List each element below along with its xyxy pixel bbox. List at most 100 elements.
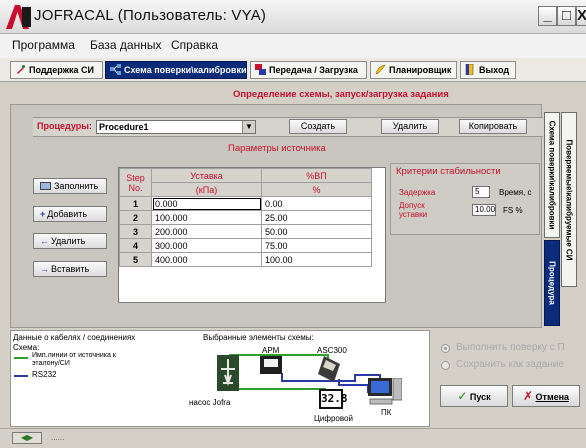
legend-line-1b: эталону/СИ: [32, 360, 70, 367]
table-row: 5 400.000 100.00: [119, 252, 372, 267]
cancel-button-label: Отмена: [535, 392, 570, 402]
row-number: 2: [119, 210, 152, 225]
tab-label: Выход: [479, 65, 510, 75]
add-icon: +: [40, 209, 46, 219]
percent-cell[interactable]: 0.00: [261, 196, 372, 211]
status-text: ......: [51, 433, 65, 442]
percent-cell[interactable]: 75.00: [261, 238, 372, 253]
maximize-button[interactable]: □: [557, 6, 576, 26]
table-row: 1 0.000 0.00: [119, 196, 372, 211]
menu-database[interactable]: База данных: [90, 38, 161, 52]
legend-line-2: RS232: [32, 370, 57, 379]
pc-icon: [368, 378, 402, 405]
jofra-logo-icon: [6, 5, 31, 29]
row-number: 3: [119, 224, 152, 239]
tab-verification-scheme[interactable]: Схема поверки\калибровки: [105, 61, 247, 79]
tolerance-label-2: уставки: [399, 210, 428, 219]
setpoint-cell[interactable]: 200.000: [151, 224, 262, 239]
cables-title: Данные о кабелях / соединениях: [13, 333, 136, 342]
table-row: 2 100.000 25.00: [119, 210, 372, 225]
save-task-radio[interactable]: [441, 361, 450, 370]
transfer-icon: [255, 64, 266, 75]
tab-transfer-load[interactable]: Передача / Загрузка: [250, 61, 367, 79]
row-number: 4: [119, 238, 152, 253]
delete-procedure-button[interactable]: Удалить: [381, 119, 439, 134]
tolerance-input[interactable]: 10.00: [472, 204, 496, 216]
percent-cell[interactable]: 50.00: [261, 224, 372, 239]
insert-row-button[interactable]: → Вставить: [33, 261, 107, 277]
pc-label: ПК: [381, 408, 392, 417]
col-header-setpoint: Уставка: [151, 168, 262, 183]
legend-line-1a: Имп.линии от источника к: [32, 352, 116, 359]
tab-label: Передача / Загрузка: [269, 65, 358, 75]
fill-button-label: Заполнить: [54, 181, 99, 191]
minimize-button[interactable]: _: [538, 6, 557, 26]
remove-row-button[interactable]: ← Удалить: [33, 233, 107, 249]
digital-label: Цифровой: [314, 414, 353, 423]
col-step-label: Step: [126, 172, 145, 183]
close-button[interactable]: X: [576, 6, 586, 26]
procedure-select[interactable]: Procedure1 ▼: [96, 120, 256, 134]
col-header-setpoint-unit: (кПа): [151, 182, 262, 197]
pump-label: насос Jofra: [189, 398, 231, 407]
side-tab-scheme-label: Схема поверки\калибровки: [547, 120, 557, 230]
run-verification-radio[interactable]: [441, 344, 450, 353]
asc300-icon: [318, 356, 340, 382]
create-button[interactable]: Создать: [289, 119, 347, 134]
checkmark-icon: ✓: [457, 389, 468, 403]
col-header-percent: %ВП: [261, 168, 372, 183]
scheme-label: Схема:: [13, 343, 40, 352]
delay-input[interactable]: 5: [472, 186, 490, 198]
menu-help[interactable]: Справка: [171, 38, 218, 52]
setpoint-cell[interactable]: 0.000: [151, 196, 262, 211]
legend-green-line: [14, 357, 28, 359]
add-row-button[interactable]: + Добавить: [33, 206, 107, 222]
start-button[interactable]: ✓ Пуск: [440, 385, 508, 407]
insert-button-label: Вставить: [51, 264, 90, 274]
remove-button-label: Удалить: [51, 236, 86, 246]
row-number: 1: [119, 196, 152, 211]
menu-program[interactable]: Программа: [12, 38, 75, 52]
steps-table: Step No. Уставка %ВП (кПа) % 1 0.000 0.00…: [118, 167, 386, 303]
side-tab-procedure-label: Процедура: [547, 261, 557, 305]
menu-bar: [0, 34, 586, 58]
cross-icon: ✗: [522, 389, 534, 403]
tab-device-support[interactable]: Поддержка СИ: [10, 61, 103, 79]
procedure-select-value: Procedure1: [99, 122, 149, 132]
page-heading: Определение схемы, запуск/загрузка задан…: [233, 89, 449, 100]
percent-cell[interactable]: 25.00: [261, 210, 372, 225]
cancel-button[interactable]: ✗ Отмена: [512, 385, 580, 407]
col-header-step: Step No.: [119, 168, 152, 197]
delay-unit: Время, с: [499, 188, 532, 197]
tolerance-label-1: Допуск: [399, 201, 425, 210]
tolerance-unit: FS %: [503, 206, 523, 215]
legend-blue-line: [14, 375, 28, 377]
table-fill-icon: [40, 182, 51, 190]
percent-cell[interactable]: 100.00: [261, 252, 372, 267]
fill-button[interactable]: Заполнить: [33, 178, 107, 194]
insert-icon: →: [40, 264, 49, 274]
digital-gauge-display: 32.8: [319, 389, 348, 409]
setpoint-cell[interactable]: 300.000: [151, 238, 262, 253]
remove-icon: ←: [40, 236, 49, 246]
window-title: JOFRACAL (Пользователь: VYA): [34, 7, 267, 24]
chevron-down-icon[interactable]: ▼: [242, 121, 255, 133]
side-tab-verified-devices[interactable]: Поверяемые\калибруемые СИ: [561, 112, 577, 287]
copy-button[interactable]: Копировать: [459, 119, 527, 134]
save-task-label: Сохранить как задание: [456, 359, 564, 370]
tab-exit[interactable]: Выход: [460, 61, 516, 79]
delay-label: Задержка: [399, 188, 436, 197]
side-tab-scheme[interactable]: Схема поверки\калибровки: [544, 112, 560, 238]
side-tab-procedure[interactable]: Процедура: [544, 240, 560, 326]
add-button-label: Добавить: [47, 209, 88, 219]
pump-icon: [217, 355, 239, 391]
setpoint-cell[interactable]: 100.000: [151, 210, 262, 225]
asc-label: ASC300: [317, 346, 347, 355]
tab-scheduler[interactable]: Планировщик: [370, 61, 457, 79]
tab-label: Планировщик: [389, 65, 452, 75]
diagram-icon: [110, 64, 121, 75]
table-row: 4 300.000 75.00: [119, 238, 372, 253]
scheduler-icon: [375, 64, 386, 75]
setpoint-cell[interactable]: 400.000: [151, 252, 262, 267]
table-row: 3 200.000 50.00: [119, 224, 372, 239]
